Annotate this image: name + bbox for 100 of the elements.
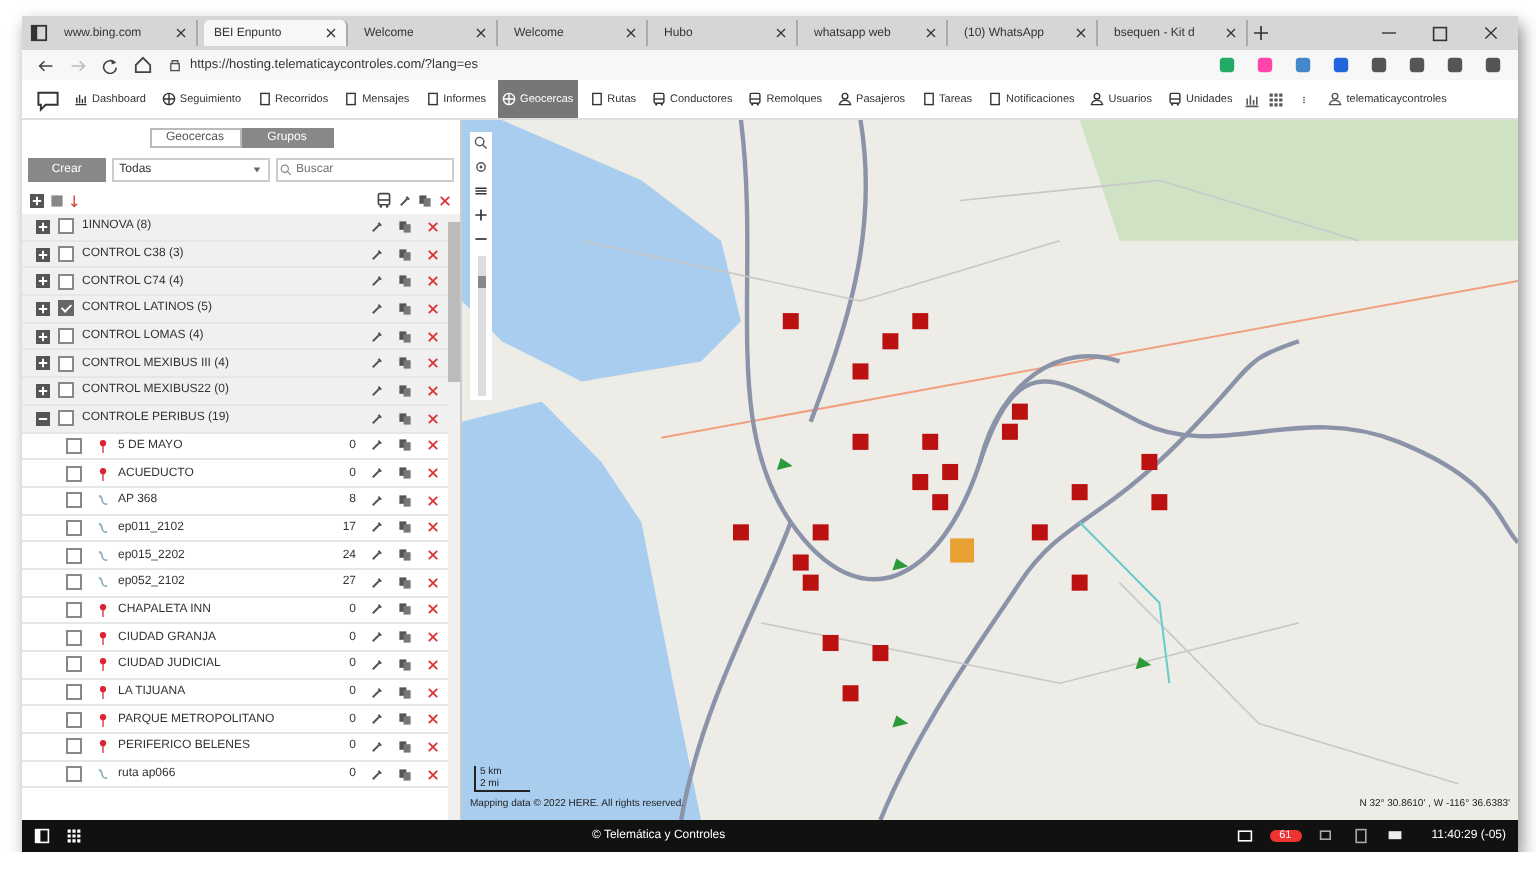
- messages-icon[interactable]: [1235, 828, 1254, 844]
- wrench-icon[interactable]: [370, 356, 384, 371]
- wrench-icon[interactable]: [370, 657, 384, 672]
- checkbox[interactable]: [66, 766, 82, 783]
- checkbox[interactable]: [58, 328, 74, 345]
- delete-icon[interactable]: [426, 739, 440, 754]
- collapse-icon[interactable]: [36, 411, 50, 426]
- delete-icon[interactable]: [426, 411, 440, 426]
- delete-icon[interactable]: [426, 767, 440, 782]
- grid-icon[interactable]: [1268, 91, 1285, 107]
- close-icon[interactable]: [326, 28, 336, 38]
- search-icon[interactable]: [474, 136, 488, 150]
- wrench-icon[interactable]: [370, 520, 384, 535]
- wrench-icon[interactable]: [370, 329, 384, 344]
- chat-logo-icon[interactable]: [34, 87, 62, 111]
- expand-icon[interactable]: [36, 383, 50, 398]
- checkbox[interactable]: [66, 656, 82, 673]
- checkbox[interactable]: [66, 684, 82, 701]
- checkbox[interactable]: [58, 246, 74, 263]
- extension-icon[interactable]: [1256, 56, 1274, 74]
- monitor-icon[interactable]: [1385, 828, 1404, 844]
- extension-icon[interactable]: [1294, 56, 1312, 74]
- delete-icon[interactable]: [426, 247, 440, 262]
- delete-icon[interactable]: [426, 630, 440, 645]
- checkbox[interactable]: [66, 547, 82, 564]
- scrollbar[interactable]: [448, 214, 460, 820]
- close-icon[interactable]: [1484, 26, 1498, 40]
- reload-icon[interactable]: [102, 57, 118, 73]
- checkbox[interactable]: [58, 218, 74, 235]
- home-icon[interactable]: [134, 56, 152, 74]
- checkbox[interactable]: [66, 601, 82, 618]
- wrench-icon[interactable]: [370, 712, 384, 727]
- checkbox[interactable]: [58, 382, 74, 399]
- extension-icon[interactable]: [1408, 56, 1426, 74]
- close-icon[interactable]: [176, 28, 186, 38]
- expand-icon[interactable]: [36, 247, 50, 262]
- close-icon[interactable]: [626, 28, 636, 38]
- wrench-icon[interactable]: [370, 739, 384, 754]
- expand-icon[interactable]: [36, 219, 50, 234]
- wrench-icon[interactable]: [370, 493, 384, 508]
- delete-icon[interactable]: [426, 602, 440, 617]
- maximize-icon[interactable]: [1432, 25, 1448, 41]
- wrench-icon[interactable]: [370, 685, 384, 700]
- delete-icon[interactable]: [426, 493, 440, 508]
- checkbox[interactable]: [66, 437, 82, 454]
- expand-icon[interactable]: [36, 356, 50, 371]
- close-icon[interactable]: [476, 28, 486, 38]
- wrench-icon[interactable]: [370, 466, 384, 481]
- bar-chart-icon[interactable]: [1244, 91, 1261, 107]
- delete-icon[interactable]: [426, 329, 440, 344]
- delete-icon[interactable]: [426, 575, 440, 590]
- expand-icon[interactable]: [36, 301, 50, 316]
- zoom-out-icon[interactable]: [474, 232, 488, 246]
- wrench-icon[interactable]: [370, 767, 384, 782]
- checkbox[interactable]: [58, 410, 74, 427]
- wrench-icon[interactable]: [370, 575, 384, 590]
- slider-handle[interactable]: [477, 275, 485, 288]
- wrench-icon[interactable]: [370, 438, 384, 453]
- delete-icon[interactable]: [426, 520, 440, 535]
- delete-icon[interactable]: [426, 466, 440, 481]
- checkbox[interactable]: [66, 711, 82, 728]
- zoom-in-icon[interactable]: [474, 208, 488, 222]
- delete-icon[interactable]: [426, 356, 440, 371]
- extension-icon[interactable]: [1370, 56, 1388, 74]
- grid-icon[interactable]: [66, 828, 82, 844]
- wrench-icon[interactable]: [370, 301, 384, 316]
- close-icon[interactable]: [926, 28, 936, 38]
- close-icon[interactable]: [1076, 28, 1086, 38]
- panel-icon[interactable]: [34, 828, 50, 844]
- delete-icon[interactable]: [438, 193, 452, 207]
- new-tab-icon[interactable]: [1254, 26, 1268, 40]
- wrench-icon[interactable]: [370, 383, 384, 398]
- extension-icon[interactable]: [1484, 56, 1502, 74]
- layers-icon[interactable]: [474, 184, 488, 198]
- expand-icon[interactable]: [36, 329, 50, 344]
- checkbox[interactable]: [66, 629, 82, 646]
- target-icon[interactable]: [474, 160, 488, 174]
- checkbox[interactable]: [58, 273, 74, 290]
- delete-icon[interactable]: [426, 657, 440, 672]
- document-icon[interactable]: [1351, 828, 1370, 844]
- checkbox[interactable]: [66, 465, 82, 482]
- extension-icon[interactable]: [1332, 56, 1350, 74]
- delete-icon[interactable]: [426, 301, 440, 316]
- close-icon[interactable]: [776, 28, 786, 38]
- checkbox[interactable]: [58, 355, 74, 372]
- zoom-slider[interactable]: [477, 256, 485, 396]
- delete-icon[interactable]: [426, 383, 440, 398]
- delete-icon[interactable]: [426, 438, 440, 453]
- wrench-icon[interactable]: [370, 219, 384, 234]
- expand-icon[interactable]: [36, 274, 50, 289]
- checkbox[interactable]: [66, 574, 82, 591]
- extension-icon[interactable]: [1446, 56, 1464, 74]
- minimize-icon[interactable]: [1382, 26, 1396, 40]
- wrench-icon[interactable]: [370, 274, 384, 289]
- close-icon[interactable]: [1226, 28, 1236, 38]
- expand-all-icon[interactable]: [30, 193, 44, 207]
- wrench-icon[interactable]: [370, 548, 384, 563]
- checkbox[interactable]: [66, 738, 82, 755]
- checkbox[interactable]: [58, 300, 74, 317]
- wrench-icon[interactable]: [370, 247, 384, 262]
